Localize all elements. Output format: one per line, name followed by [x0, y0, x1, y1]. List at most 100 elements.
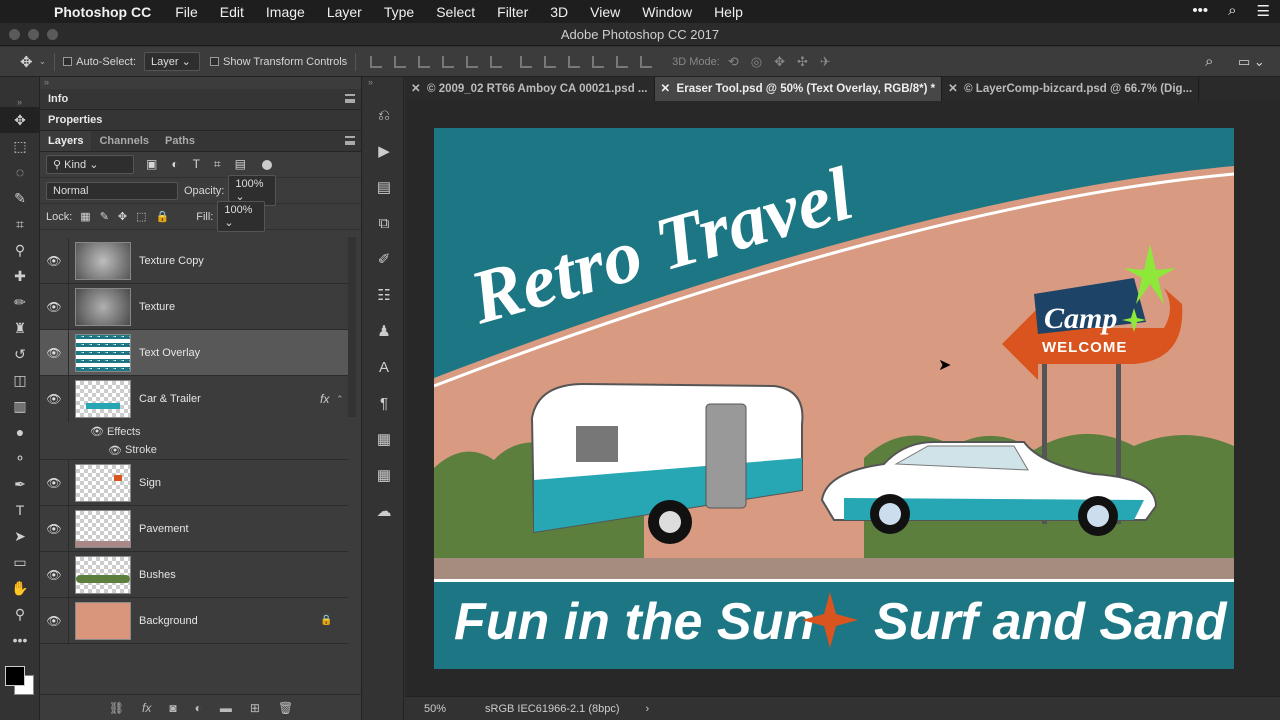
menu-image[interactable]: Image	[266, 4, 305, 20]
notification-list-icon[interactable]: ☰	[1257, 2, 1270, 20]
zoom-window-button[interactable]	[47, 29, 58, 40]
menu-file[interactable]: File	[175, 4, 198, 20]
document-tab[interactable]: ✕ © 2009_02 RT66 Amboy CA 00021.psd ...	[405, 77, 655, 101]
visibility-eye-icon[interactable]: 👁	[40, 568, 68, 582]
distribute-center-icon[interactable]	[544, 55, 557, 68]
layer-row-sign[interactable]: 👁 Sign	[40, 459, 348, 506]
new-group-icon[interactable]: ▬	[220, 701, 232, 715]
chevron-down-icon[interactable]: ⌄	[39, 56, 47, 67]
effects-row[interactable]: 👁 Effects	[40, 422, 348, 441]
chevron-up-icon[interactable]: ⌃	[336, 394, 344, 405]
eyedropper-tool-icon[interactable]: ⚲	[0, 237, 40, 263]
menu-view[interactable]: View	[590, 4, 620, 20]
menu-window[interactable]: Window	[642, 4, 692, 20]
visibility-eye-icon[interactable]: 👁	[40, 254, 68, 268]
adjustments-panel-icon[interactable]: ☷	[364, 277, 404, 313]
layer-row-car-trailer[interactable]: 👁 Car & Trailer fx ⌃	[40, 376, 348, 422]
document-tab[interactable]: ✕ © LayerComp-bizcard.psd @ 66.7% (Dig..…	[942, 77, 1200, 101]
healing-brush-tool-icon[interactable]: ✚	[0, 263, 40, 289]
layer-comps-panel-icon[interactable]: ▤	[364, 169, 404, 205]
layer-row-texture[interactable]: 👁 Texture	[40, 283, 348, 330]
creative-cloud-icon[interactable]: ☁	[364, 493, 404, 529]
lock-icons[interactable]: ▦✎✥⬚🔒	[80, 210, 178, 223]
paragraph-panel-icon[interactable]: ¶	[364, 385, 404, 421]
info-panel-header[interactable]: Info	[40, 89, 361, 110]
adjustment-layer-icon[interactable]: ◐	[195, 701, 202, 715]
layers-scrollbar[interactable]	[348, 237, 356, 417]
distribute-top-icon[interactable]	[520, 55, 533, 68]
more-tools-icon[interactable]: •••	[0, 627, 40, 653]
clone-source-panel-icon[interactable]: ♟	[364, 313, 404, 349]
libraries-panel-icon[interactable]: ⧉	[364, 205, 404, 241]
close-icon[interactable]: ✕	[948, 83, 958, 95]
eraser-tool-icon[interactable]: ◫	[0, 367, 40, 393]
link-layers-icon[interactable]: ⛓	[109, 701, 124, 715]
layer-style-icon[interactable]: fx	[142, 701, 151, 715]
app-menu[interactable]: Photoshop CC	[54, 4, 151, 20]
minimize-window-button[interactable]	[28, 29, 39, 40]
move-tool-icon[interactable]: ✥	[0, 107, 40, 133]
auto-select-dropdown[interactable]: Layer ⌄	[144, 52, 201, 71]
layer-row-background[interactable]: 👁 Background 🔒	[40, 597, 348, 644]
panel-menu-icon[interactable]	[345, 136, 355, 145]
zoom-level[interactable]: 50%	[405, 703, 465, 715]
workspace-icon[interactable]: ▭ ⌄	[1238, 54, 1265, 70]
align-vertical-center-icon[interactable]	[394, 55, 407, 68]
grid-panel-icon[interactable]: ▦	[364, 457, 404, 493]
trash-icon[interactable]: 🗑	[278, 701, 293, 715]
menu-filter[interactable]: Filter	[497, 4, 528, 20]
distribute-left-icon[interactable]	[592, 55, 605, 68]
visibility-eye-icon[interactable]: 👁	[40, 346, 68, 360]
distribute-hcenter-icon[interactable]	[616, 55, 629, 68]
properties-panel-header[interactable]: Properties	[40, 110, 361, 131]
menu-layer[interactable]: Layer	[327, 4, 362, 20]
visibility-eye-icon[interactable]: 👁	[40, 614, 68, 628]
rectangle-tool-icon[interactable]: ▭	[0, 549, 40, 575]
lasso-tool-icon[interactable]: ◌	[0, 159, 40, 185]
spotlight-search-icon[interactable]: ⌕	[1228, 2, 1236, 20]
document-tab-active[interactable]: ✕ Eraser Tool.psd @ 50% (Text Overlay, R…	[654, 77, 943, 101]
stroke-row[interactable]: 👁 Stroke	[40, 441, 348, 460]
marquee-tool-icon[interactable]: ⬚	[0, 133, 40, 159]
collapse-icon[interactable]: »	[364, 77, 403, 97]
visibility-eye-icon[interactable]: 👁	[40, 476, 68, 490]
panel-menu-icon[interactable]	[345, 94, 355, 103]
align-horizontal-center-icon[interactable]	[466, 55, 479, 68]
artwork-canvas[interactable]: Camp WELCOME Retro Travel Fun in the Sun…	[434, 128, 1234, 669]
new-layer-icon[interactable]: ⊞	[250, 701, 260, 715]
menu-help[interactable]: Help	[714, 4, 743, 20]
search-icon[interactable]: ⌕	[1205, 53, 1213, 70]
tab-layers[interactable]: Layers	[40, 131, 92, 151]
align-right-icon[interactable]	[490, 55, 503, 68]
menu-select[interactable]: Select	[436, 4, 475, 20]
visibility-eye-icon[interactable]: 👁	[40, 522, 68, 536]
tab-channels[interactable]: Channels	[91, 131, 157, 151]
close-icon[interactable]: ✕	[411, 83, 421, 95]
align-top-icon[interactable]	[370, 55, 383, 68]
layer-row-pavement[interactable]: 👁 Pavement	[40, 505, 348, 552]
menu-edit[interactable]: Edit	[220, 4, 244, 20]
color-swatches[interactable]	[0, 653, 39, 703]
actions-panel-icon[interactable]: ▶	[364, 133, 404, 169]
blur-tool-icon[interactable]: ●	[0, 419, 40, 445]
visibility-eye-icon[interactable]: 👁	[90, 425, 104, 438]
move-tool-icon[interactable]: ✥	[20, 53, 33, 71]
character-panel-icon[interactable]: A	[364, 349, 404, 385]
foreground-color-swatch[interactable]	[5, 666, 25, 686]
visibility-eye-icon[interactable]: 👁	[40, 300, 68, 314]
menu-3d[interactable]: 3D	[550, 4, 568, 20]
quick-select-tool-icon[interactable]: ✎	[0, 185, 40, 211]
close-icon[interactable]: ✕	[661, 83, 671, 95]
auto-select-checkbox[interactable]	[63, 57, 73, 66]
layer-row-text-overlay[interactable]: 👁 Text Overlay	[40, 329, 348, 376]
dodge-tool-icon[interactable]: ⚬	[0, 445, 40, 471]
hand-tool-icon[interactable]: ✋	[0, 575, 40, 601]
distribute-right-icon[interactable]	[640, 55, 653, 68]
filter-toggle-icon[interactable]	[262, 159, 273, 170]
chevron-right-icon[interactable]: ›	[646, 703, 650, 715]
filter-kind-dropdown[interactable]: ⚲ Kind ⌄	[46, 155, 134, 174]
gradient-tool-icon[interactable]: ▥	[0, 393, 40, 419]
align-bottom-icon[interactable]	[418, 55, 431, 68]
filter-type-icons[interactable]: ▣◐T⌗▤	[146, 157, 260, 172]
close-window-button[interactable]	[9, 29, 20, 40]
